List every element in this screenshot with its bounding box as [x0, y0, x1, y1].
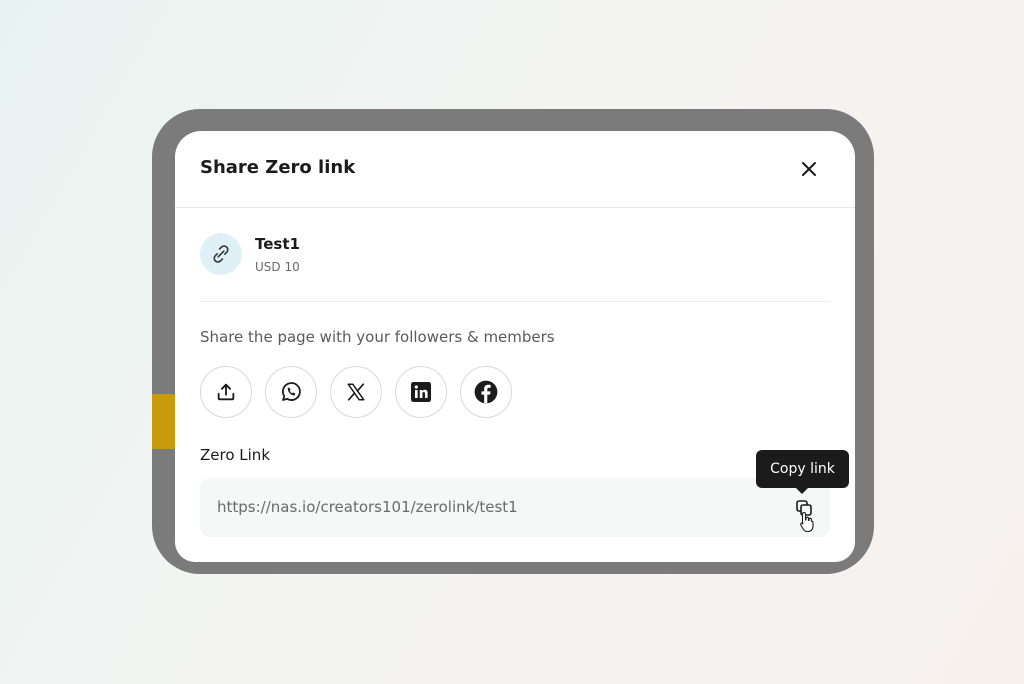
product-icon	[200, 233, 242, 275]
close-icon	[802, 162, 816, 176]
share-linkedin-button[interactable]	[395, 366, 447, 418]
product-price: USD 10	[255, 260, 300, 274]
x-icon	[347, 383, 365, 401]
link-icon	[213, 245, 229, 263]
product-name: Test1	[255, 235, 300, 253]
modal-title: Share Zero link	[200, 157, 356, 178]
whatsapp-icon	[282, 382, 301, 401]
share-modal: Share Zero link Test1 USD 10 Share the p…	[175, 131, 855, 562]
linkedin-icon	[411, 382, 431, 402]
share-native-button[interactable]	[200, 366, 252, 418]
share-whatsapp-button[interactable]	[265, 366, 317, 418]
share-upload-icon	[217, 383, 235, 401]
share-prompt: Share the page with your followers & mem…	[200, 328, 555, 346]
copy-link-tooltip: Copy link	[756, 450, 849, 488]
zero-link-url: https://nas.io/creators101/zerolink/test…	[217, 498, 518, 516]
modal-header: Share Zero link	[175, 131, 855, 208]
product-summary: Test1 USD 10	[200, 233, 830, 302]
close-button[interactable]	[799, 159, 819, 179]
share-facebook-button[interactable]	[460, 366, 512, 418]
facebook-icon	[474, 380, 498, 404]
tooltip-arrow	[796, 488, 808, 494]
zero-link-label: Zero Link	[200, 446, 271, 464]
share-buttons	[200, 366, 512, 418]
share-x-button[interactable]	[330, 366, 382, 418]
hand-pointer-icon	[800, 511, 814, 533]
zero-link-field[interactable]: https://nas.io/creators101/zerolink/test…	[200, 478, 830, 537]
